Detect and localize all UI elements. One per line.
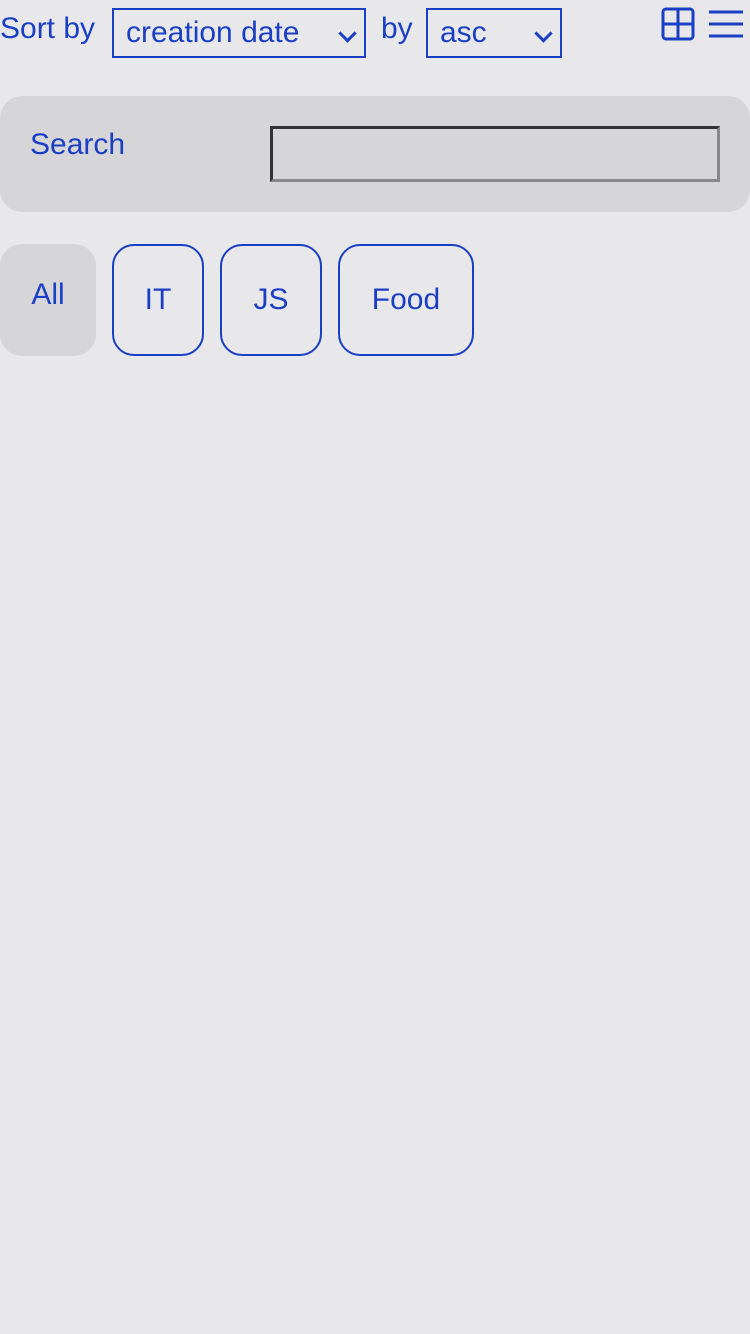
tag-label: Food <box>371 283 441 316</box>
search-input[interactable] <box>270 126 720 182</box>
sort-order-label: by <box>381 12 413 45</box>
page: Sort by creation date by asc Search All … <box>0 0 750 1334</box>
sort-order-select[interactable]: asc <box>426 8 562 58</box>
chevron-down-icon <box>534 24 553 43</box>
list-view-icon <box>709 10 743 38</box>
chevron-down-icon <box>338 24 357 43</box>
sort-bar: Sort by creation date by asc <box>0 0 750 70</box>
sort-by-label: Sort by <box>0 12 96 45</box>
tag-filter-it[interactable]: IT <box>112 244 204 356</box>
sort-field-select[interactable]: creation date <box>112 8 366 58</box>
tag-filter-js[interactable]: JS <box>220 244 322 356</box>
list-view-button[interactable] <box>707 6 743 42</box>
grid-view-icon <box>661 7 695 41</box>
search-panel: Search <box>0 96 750 212</box>
tag-label: JS <box>253 283 289 316</box>
tag-label: All <box>31 278 65 311</box>
tag-filter-all[interactable]: All <box>0 244 96 356</box>
search-label: Search <box>30 128 126 161</box>
sort-order-value: asc <box>440 16 487 49</box>
grid-view-button[interactable] <box>660 6 696 42</box>
tag-filter-food[interactable]: Food <box>338 244 474 356</box>
tag-label: IT <box>144 283 172 316</box>
sort-field-value: creation date <box>126 16 300 49</box>
